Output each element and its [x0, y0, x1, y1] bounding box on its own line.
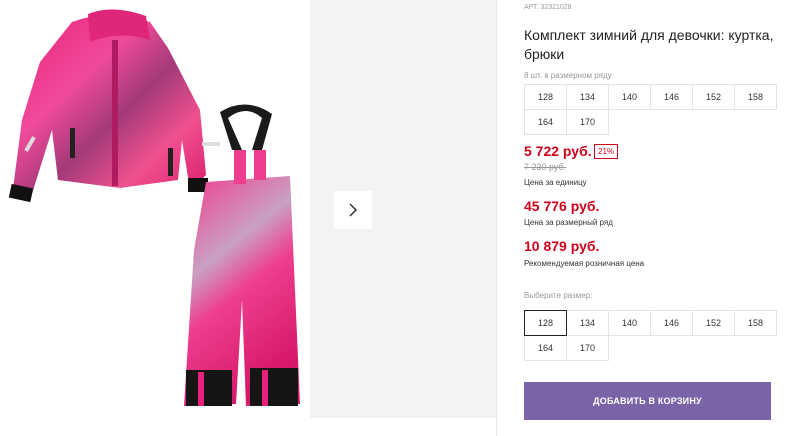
size-row-cell: 152 [692, 84, 735, 110]
retail-price-label: Рекомендуемая розничная цена [524, 259, 645, 268]
unit-price: 5 722 руб. [524, 143, 592, 159]
product-image [8, 9, 300, 406]
row-price: 45 776 руб. [524, 198, 600, 214]
article-number: АРТ. 32321028 [524, 4, 572, 11]
size-row-cell: 140 [608, 84, 651, 110]
size-select-hint: Выберите размер: [524, 291, 593, 300]
gallery-next-button[interactable] [334, 191, 372, 229]
size-row-cell: 128 [524, 84, 567, 110]
retail-price: 10 879 руб. [524, 238, 600, 254]
add-to-cart-button[interactable]: ДОБАВИТЬ В КОРЗИНУ [524, 382, 771, 420]
size-select-grid: 128 134 140 146 152 158 164 170 [524, 310, 777, 361]
size-row-hint: 8 шт. в размерном ряду [524, 71, 612, 80]
product-title: Комплект зимний для девочки: куртка, брю… [524, 27, 774, 62]
size-option[interactable]: 128 [524, 310, 567, 336]
size-row-cell: 170 [566, 109, 609, 135]
size-option[interactable]: 134 [566, 310, 609, 336]
size-row-cell: 146 [650, 84, 693, 110]
size-option[interactable]: 140 [608, 310, 651, 336]
row-price-label: Цена за размерный ряд [524, 218, 613, 227]
size-row-grid: 128 134 140 146 152 158 164 170 [524, 84, 777, 135]
size-option[interactable]: 164 [524, 335, 567, 361]
vertical-divider [496, 0, 497, 436]
size-option[interactable]: 152 [692, 310, 735, 336]
size-option[interactable]: 158 [734, 310, 777, 336]
size-option[interactable]: 146 [650, 310, 693, 336]
discount-badge: 21% [594, 144, 619, 159]
size-row-cell: 164 [524, 109, 567, 135]
size-option[interactable]: 170 [566, 335, 609, 361]
chevron-right-icon [349, 203, 358, 217]
unit-price-label: Цена за единицу [524, 178, 587, 187]
product-gallery [0, 0, 496, 436]
size-row-cell: 134 [566, 84, 609, 110]
old-price: 7 230 руб. [524, 162, 567, 172]
size-row-cell: 158 [734, 84, 777, 110]
